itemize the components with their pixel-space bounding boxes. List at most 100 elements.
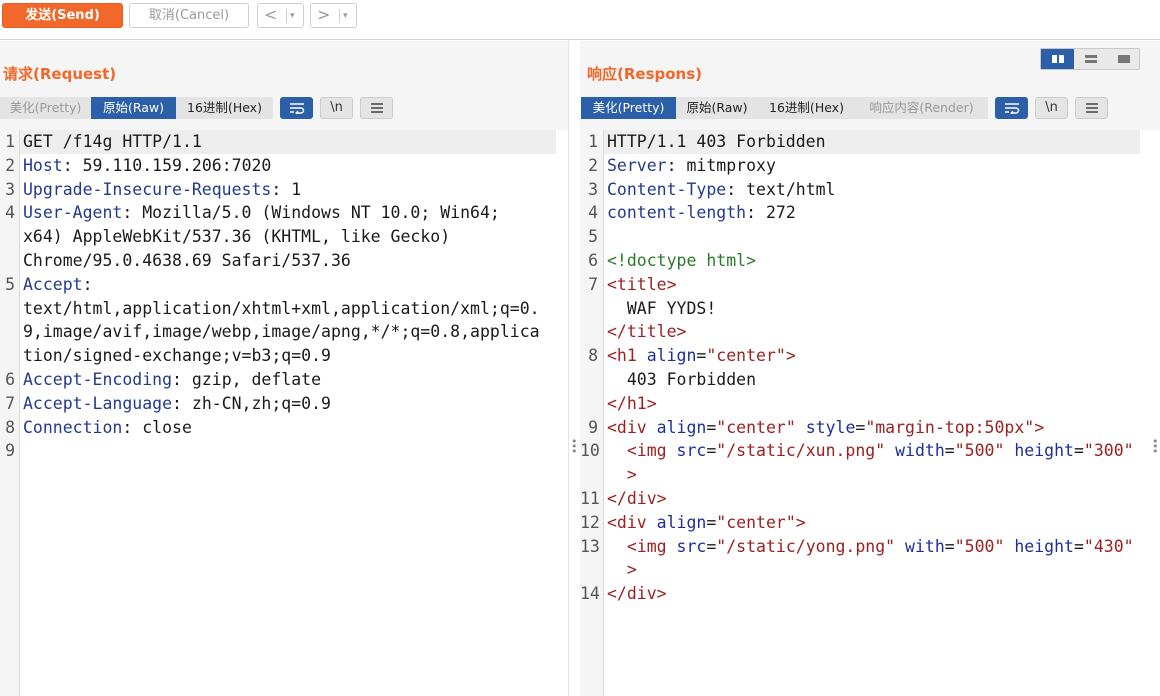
response-code-line: 12 <div align="center"> bbox=[580, 511, 1160, 535]
header-value: gzip, deflate bbox=[181, 370, 322, 389]
layout-split-vertical-button[interactable] bbox=[1041, 49, 1074, 69]
response-code-line: 6 <!doctype html> bbox=[580, 249, 1160, 273]
header-separator: : bbox=[271, 179, 282, 199]
hamburger-menu-icon bbox=[370, 103, 383, 113]
header-value: 272 bbox=[756, 203, 796, 223]
request-code-line: 4 User-Agent: Mozilla/5.0 (Windows NT 10.… bbox=[0, 201, 568, 225]
response-tab-raw[interactable]: 原始(Raw) bbox=[676, 97, 758, 119]
response-tab-hex[interactable]: 16进制(Hex) bbox=[758, 97, 855, 119]
html-attr-value: "center" bbox=[716, 417, 796, 437]
response-editor[interactable]: 1 HTTP/1.1 403 Forbidden 2 Server: mitmprox… bbox=[580, 130, 1160, 696]
html-text bbox=[1004, 441, 1014, 460]
response-code-line: 10 <img src="/static/xun.png" width="500… bbox=[580, 439, 1160, 463]
plain-text: GET /f14g HTTP/1.1 bbox=[23, 132, 202, 151]
html-attribute: height bbox=[1014, 441, 1074, 461]
response-newline-toggle[interactable]: \n bbox=[1035, 97, 1068, 119]
code-text: 9,image/avif,image/webp,image/apng,*/*;q… bbox=[23, 320, 540, 344]
html-attr-value: "430" bbox=[1083, 536, 1134, 556]
line-number: 6 bbox=[588, 251, 598, 270]
html-attribute: height bbox=[1014, 536, 1074, 556]
header-value: zh-CN,zh;q=0.9 bbox=[181, 393, 331, 413]
drag-handle-icon: • • • bbox=[571, 435, 578, 458]
html-tag: > bbox=[795, 512, 806, 532]
response-code-line: 8 <h1 align="center"> bbox=[580, 344, 1160, 368]
layout-split-vertical-icon bbox=[1052, 55, 1064, 63]
html-text bbox=[885, 441, 895, 460]
line-number: 9 bbox=[588, 417, 598, 437]
layout-single-icon bbox=[1118, 55, 1130, 63]
drag-handle-icon[interactable]: • • • bbox=[1152, 436, 1159, 457]
response-code-line: 13 <img src="/static/yong.png" with="500… bbox=[580, 535, 1160, 559]
code-text: Host: 59.110.159.206:7020 bbox=[23, 154, 271, 178]
forward-history-dropdown-icon[interactable]: ▾ bbox=[343, 7, 348, 25]
code-text: 403 Forbidden bbox=[607, 368, 756, 392]
panel-resize-handle[interactable]: • • • bbox=[568, 41, 580, 696]
request-code-line: 3 Upgrade-Insecure-Requests: 1 bbox=[0, 178, 568, 202]
header-name: User-Agent bbox=[23, 203, 123, 223]
html-text: = bbox=[1073, 441, 1084, 461]
request-editor[interactable]: 1 GET /f14g HTTP/1.1 2 Host: 59.110.159.206… bbox=[0, 130, 568, 696]
code-text: tion/signed-exchange;v=b3;q=0.9 bbox=[23, 344, 331, 368]
html-text: WAF YYDS! bbox=[607, 298, 717, 318]
layout-single-button[interactable] bbox=[1107, 49, 1140, 69]
response-menu-button[interactable] bbox=[1075, 97, 1108, 119]
code-text: GET /f14g HTTP/1.1 bbox=[23, 130, 202, 154]
line-number: 7 bbox=[588, 274, 598, 294]
header-name: Host bbox=[23, 155, 63, 175]
html-attr-value: "/static/yong.png" bbox=[716, 536, 896, 556]
code-text: </title> bbox=[607, 320, 686, 344]
cancel-button[interactable]: 取消(Cancel) bbox=[129, 3, 249, 28]
line-number: 5 bbox=[5, 274, 15, 294]
html-tag: > bbox=[607, 465, 637, 485]
html-attribute: with bbox=[905, 536, 945, 556]
request-wrap-lines-button[interactable] bbox=[280, 97, 313, 119]
request-tab-raw[interactable]: 原始(Raw) bbox=[91, 97, 176, 119]
back-button[interactable]: < ▾ bbox=[257, 3, 304, 28]
header-separator: : bbox=[122, 417, 133, 437]
code-text: User-Agent: Mozilla/5.0 (Windows NT 10.0… bbox=[23, 201, 500, 225]
html-attribute: align bbox=[656, 417, 707, 437]
response-code-line: 2 Server: mitmproxy bbox=[580, 154, 1160, 178]
html-attr-value: "500" bbox=[954, 441, 1005, 461]
back-history-dropdown-icon[interactable]: ▾ bbox=[290, 7, 295, 25]
layout-split-horizontal-button[interactable] bbox=[1074, 49, 1107, 69]
html-attribute: align bbox=[656, 512, 707, 532]
response-title: 响应(Respons) bbox=[587, 65, 703, 83]
request-newline-toggle[interactable]: \n bbox=[320, 97, 353, 119]
request-tab-pretty[interactable]: 美化(Pretty) bbox=[0, 97, 91, 119]
html-text: = bbox=[696, 346, 707, 366]
html-attribute: align bbox=[646, 346, 697, 366]
html-text bbox=[895, 537, 905, 556]
layout-split-horizontal-icon bbox=[1085, 55, 1097, 63]
doctype: <!doctype html> bbox=[607, 251, 757, 270]
response-tab-pretty[interactable]: 美化(Pretty) bbox=[581, 97, 676, 119]
send-button[interactable]: 发送(Send) bbox=[2, 3, 123, 28]
html-attr-value: "500" bbox=[954, 536, 1005, 556]
header-separator: : bbox=[726, 179, 737, 199]
response-code-line: 7 <title> bbox=[580, 273, 1160, 297]
html-text: = bbox=[706, 536, 717, 556]
request-menu-button[interactable] bbox=[360, 97, 393, 119]
forward-arrow-icon: > bbox=[317, 5, 331, 24]
line-number: 10 bbox=[580, 441, 600, 461]
forward-button[interactable]: > ▾ bbox=[310, 3, 357, 28]
code-text: </h1> bbox=[607, 392, 657, 416]
code-text: Connection: close bbox=[23, 416, 192, 440]
response-code-line: 1 HTTP/1.1 403 Forbidden bbox=[580, 130, 1160, 154]
html-tag: <img bbox=[607, 536, 677, 556]
code-text: <img src="/static/xun.png" width="500" h… bbox=[607, 439, 1134, 463]
html-text: = bbox=[706, 441, 717, 461]
html-text: = bbox=[855, 417, 866, 437]
request-code-line: 8 Connection: close bbox=[0, 416, 568, 440]
request-tab-hex[interactable]: 16进制(Hex) bbox=[176, 97, 273, 119]
header-name: Accept-Encoding bbox=[23, 370, 173, 389]
request-code-line: 9 bbox=[0, 439, 568, 463]
line-number: 11 bbox=[580, 489, 600, 508]
response-wrap-lines-button[interactable] bbox=[995, 97, 1028, 119]
line-number: 5 bbox=[588, 227, 598, 247]
code-text: Accept-Language: zh-CN,zh;q=0.9 bbox=[23, 392, 331, 416]
response-tab-render[interactable]: 响应内容(Render) bbox=[855, 97, 988, 119]
html-attr-value: "margin-top:50px" bbox=[865, 417, 1035, 437]
header-name: Server bbox=[607, 155, 667, 175]
line-number: 9 bbox=[5, 441, 15, 461]
